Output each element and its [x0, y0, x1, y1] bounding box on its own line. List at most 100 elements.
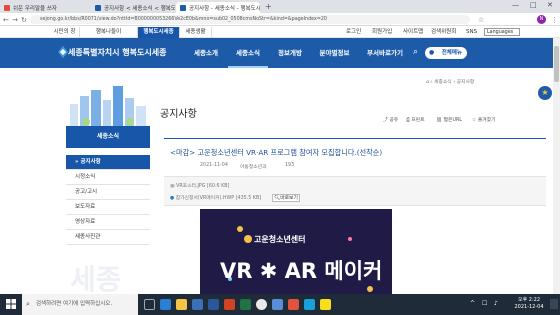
poster-headline: VR ✱ AR 메이커	[220, 259, 383, 283]
file-explorer-icon[interactable]	[176, 299, 187, 310]
search-icon[interactable]: ⌕	[413, 47, 418, 57]
browser-tab[interactable]: 공지사항 < 세종소식 < 행복도시 세...	[91, 2, 175, 13]
word-icon[interactable]	[208, 299, 219, 310]
link-icon: ⛓	[436, 118, 444, 123]
powerpoint-icon[interactable]	[224, 299, 235, 310]
post-dept: 아동청소년과	[240, 165, 267, 170]
attachment-item[interactable]: ▣ VR포스터.JPG [60.6 KB]	[170, 182, 229, 189]
sidebar: 세종소식 » 공지사항 시정소식 공고/고시 보도자료 영상자료 세종사진관 세…	[60, 68, 150, 315]
gnb-item[interactable]: 세종소개	[186, 38, 226, 68]
address-bar-row: ← → ↻ sejong.go.kr/bbs/R0071/view.do?ntt…	[0, 13, 560, 26]
gnb-item-active[interactable]: 세종소식	[228, 38, 268, 68]
page-title: 공지사항	[160, 109, 197, 120]
browser-tab-active[interactable]: 공지사항 - 세종소식 - 행복도시 세...	[176, 2, 260, 13]
windows-start-icon[interactable]	[0, 294, 22, 315]
network-icon[interactable]: ☐	[482, 300, 487, 307]
clock-time: 오후 2:22	[517, 297, 541, 303]
app-icon[interactable]	[304, 299, 315, 310]
search-icon: ⌕	[26, 300, 30, 308]
signup-link[interactable]: 회원가입	[372, 26, 392, 38]
tray-chevron-icon[interactable]: ^	[470, 300, 475, 307]
post-views: 193	[285, 163, 295, 168]
chrome-icon[interactable]	[256, 299, 267, 310]
site-tab[interactable]: 시민의 창	[50, 27, 80, 38]
gnb-item[interactable]: 부서바로가기	[360, 38, 410, 68]
reload-icon[interactable]: ↻	[21, 16, 27, 24]
profile-avatar[interactable]: N	[537, 15, 546, 24]
favorite-button[interactable]: ☆ 즐겨찾기	[472, 116, 495, 123]
sidebar-item[interactable]: 보도자료	[66, 200, 150, 215]
store-icon[interactable]	[192, 299, 203, 310]
site-utility-bar: 시민의 창 행복나들이 행복도시세종 세종생활 로그인 회원가입 사이트맵 검색…	[0, 26, 560, 38]
hwp-app-icon[interactable]	[272, 299, 283, 310]
badge-icon	[244, 235, 252, 243]
sidebar-item-label: 공지사항	[80, 159, 101, 165]
task-view-icon[interactable]	[144, 299, 155, 310]
volume-icon[interactable]: ♪	[494, 300, 498, 307]
gnb-item[interactable]: 정보개방	[270, 38, 310, 68]
menu-kebab-icon[interactable]: ⋮	[551, 16, 558, 24]
site-tab[interactable]: 행복나들이	[80, 27, 138, 38]
windows-taskbar: ⌕ 검색하려면 여기에 입력하십시오. ^ ☐ ♪ 오후 2:22 2021-1…	[0, 294, 560, 315]
back-icon[interactable]: ←	[3, 16, 9, 24]
audit-link[interactable]: 검색위원회	[431, 26, 456, 38]
sidebar-item[interactable]: 공고/고시	[66, 185, 150, 200]
quick-star-icon[interactable]: ★	[538, 86, 552, 100]
share-button[interactable]: ⤴ 공유	[383, 116, 398, 123]
attachments-box: ▣ VR포스터.JPG [60.6 KB] ● 참가신청서(VR메이커).HWP…	[164, 176, 546, 206]
attachment-item[interactable]: ● 참가신청서(VR메이커).HWP [435.5 KB]	[170, 194, 261, 201]
site-logo[interactable]: 세종특별자치시 행복도시세종	[68, 47, 166, 58]
city-logo-icon	[58, 46, 68, 58]
login-link[interactable]: 로그인	[346, 26, 361, 38]
sitemap-link[interactable]: 사이트맵	[403, 26, 423, 38]
all-menu-button[interactable]: ● 전체메뉴	[425, 47, 467, 59]
forward-icon[interactable]: →	[12, 16, 18, 24]
watermark-logo: 세종	[70, 263, 122, 296]
languages-select[interactable]: Languages	[484, 28, 520, 36]
home-icon[interactable]: ⌂ ›	[426, 80, 434, 85]
breadcrumb: ⌂ › 세종소식 › 공지사항	[426, 80, 475, 85]
favicon-icon	[4, 4, 10, 11]
site-tab[interactable]: 세종생활	[180, 27, 212, 38]
print-button[interactable]: ⎙ 프린트	[406, 116, 425, 123]
clock-date: 2021-12-04	[514, 304, 544, 310]
sidebar-item[interactable]: 세종사진관	[66, 230, 150, 245]
site-tab-active[interactable]: 행복도시세종	[138, 27, 180, 38]
gnb-item[interactable]: 분야별정보	[312, 38, 357, 68]
browser-tab-strip: 쉬운 우리말을 쓰자 공지사항 < 세종소식 < 행복도시 세... 공지사항 …	[0, 0, 560, 13]
scroll-thumb[interactable]	[554, 46, 559, 82]
browser-tab-label: 공지사항 - 세종소식 - 행복도시 세...	[189, 5, 260, 12]
system-clock[interactable]: 오후 2:22 2021-12-04	[512, 297, 546, 311]
edge-icon[interactable]	[160, 299, 171, 310]
all-menu-label: 전체메뉴	[441, 50, 462, 56]
browser-tab-label: 쉬운 우리말을 쓰자	[13, 5, 57, 12]
poster-organization: 고운청소년센터	[254, 235, 306, 244]
notification-icon[interactable]	[550, 299, 558, 309]
sns-link[interactable]: SNS	[466, 26, 477, 38]
sidebar-item-notice[interactable]: » 공지사항	[66, 155, 150, 170]
sidebar-item[interactable]: 시정소식	[66, 170, 150, 185]
maximize-button[interactable]: □	[530, 1, 537, 9]
favicon-icon	[95, 4, 101, 11]
excel-icon[interactable]	[240, 299, 251, 310]
browser-tab-label: 공지사항 < 세종소식 < 행복도시 세...	[104, 5, 175, 12]
browser-tab[interactable]: 쉬운 우리말을 쓰자	[0, 2, 90, 13]
url-input[interactable]: sejong.go.kr/bbs/R0071/view.do?nttId=B00…	[30, 15, 470, 24]
app-icon[interactable]	[288, 299, 299, 310]
grid-menu-icon: ●	[429, 49, 435, 56]
page-scrollbar[interactable]	[553, 38, 560, 294]
close-window-button[interactable]: ✕	[547, 1, 553, 9]
minimize-button[interactable]: —	[512, 1, 519, 9]
kakaotalk-icon[interactable]	[320, 299, 331, 310]
breadcrumb-item[interactable]: 공지사항	[457, 80, 475, 85]
breadcrumb-item[interactable]: 세종소식	[434, 80, 452, 85]
taskbar-search-input[interactable]: ⌕ 검색하려면 여기에 입력하십시오.	[22, 294, 138, 315]
post-date: 2021-11-04	[200, 163, 228, 168]
bookmark-star-icon[interactable]: ☆	[478, 16, 484, 24]
short-url-button[interactable]: ⛓ 짧은URL	[436, 116, 462, 123]
sidebar-item[interactable]: 영상자료	[66, 215, 150, 230]
preview-button[interactable]: 🔍︎바로보기	[272, 194, 300, 202]
new-tab-button[interactable]: +	[265, 2, 272, 11]
favicon-icon	[180, 4, 186, 11]
post-title: <마감> 고운청소년센터 VR·AR 프로그램 참여자 모집합니다.(선착순)	[170, 148, 383, 157]
